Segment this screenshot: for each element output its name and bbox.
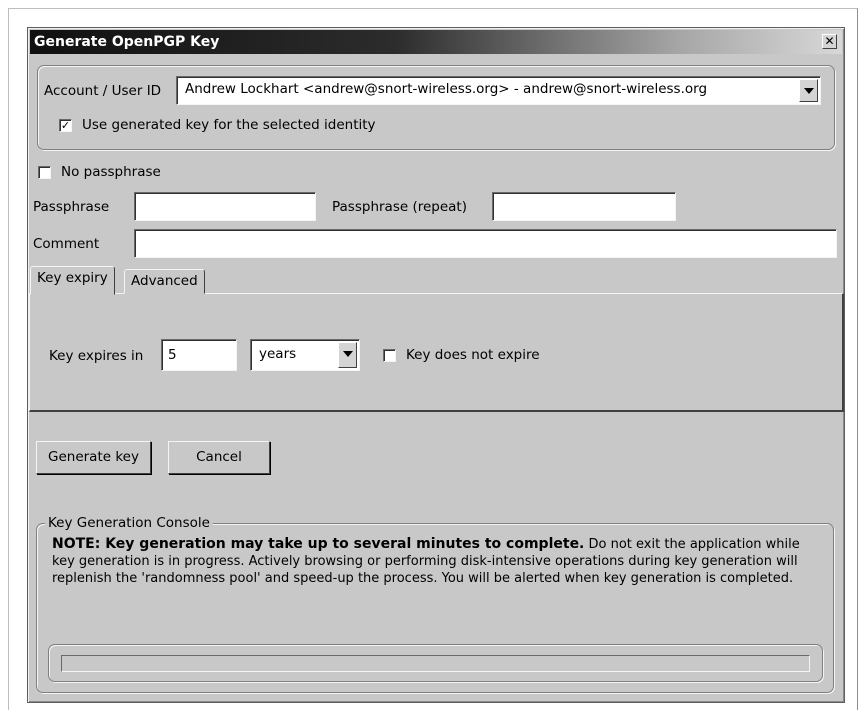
passphrase-label: Passphrase (33, 199, 110, 215)
cancel-button[interactable]: Cancel (168, 441, 270, 474)
tab-key-expiry-label: Key expiry (37, 270, 108, 286)
window-title: Generate OpenPGP Key (34, 34, 220, 50)
key-expiry-value-input[interactable] (161, 339, 237, 371)
key-expires-label: Key expires in (49, 348, 144, 364)
account-selected-value: Andrew Lockhart <andrew@snort-wireless.o… (185, 81, 708, 97)
account-select[interactable]: Andrew Lockhart <andrew@snort-wireless.o… (176, 76, 821, 105)
generate-key-dialog: Generate OpenPGP Key ✕ Account / User ID… (27, 27, 845, 703)
close-icon: ✕ (824, 34, 835, 48)
comment-input[interactable] (134, 229, 837, 258)
console-note: NOTE: Key generation may take up to seve… (52, 536, 819, 587)
account-label: Account / User ID (44, 83, 162, 99)
passphrase-input[interactable] (134, 192, 316, 221)
title-bar[interactable]: Generate OpenPGP Key ✕ (30, 30, 842, 54)
use-generated-key-checkbox[interactable]: ✓ (59, 119, 72, 132)
account-group: Account / User ID Andrew Lockhart <andre… (37, 65, 835, 150)
passphrase-repeat-label: Passphrase (repeat) (332, 199, 467, 215)
progress-frame (48, 644, 823, 682)
expiry-unit-value: years (259, 346, 297, 362)
key-generation-console-group: Key Generation Console NOTE: Key generat… (36, 515, 834, 693)
tab-key-expiry[interactable]: Key expiry (30, 266, 115, 295)
use-generated-key-label: Use generated key for the selected ident… (82, 117, 376, 133)
console-note-bold: NOTE: Key generation may take up to seve… (52, 536, 585, 552)
generate-key-button[interactable]: Generate key (36, 441, 151, 474)
key-does-not-expire-checkbox[interactable] (383, 349, 396, 362)
no-passphrase-checkbox[interactable] (38, 166, 51, 179)
no-passphrase-label: No passphrase (61, 164, 161, 180)
checkmark-icon: ✓ (60, 119, 71, 132)
chevron-down-icon[interactable] (338, 342, 357, 368)
tab-advanced-label: Advanced (131, 273, 198, 289)
comment-label: Comment (33, 236, 100, 252)
close-button[interactable]: ✕ (822, 34, 837, 49)
key-generation-progress-bar (61, 655, 810, 672)
chevron-down-icon[interactable] (799, 79, 818, 102)
expiry-unit-select[interactable]: years (250, 339, 360, 371)
key-does-not-expire-label: Key does not expire (406, 347, 540, 363)
passphrase-repeat-input[interactable] (492, 192, 676, 221)
key-expiry-panel: Key expires in years Key does not expire (29, 293, 844, 412)
tab-advanced[interactable]: Advanced (124, 269, 205, 294)
console-legend: Key Generation Console (45, 515, 213, 531)
